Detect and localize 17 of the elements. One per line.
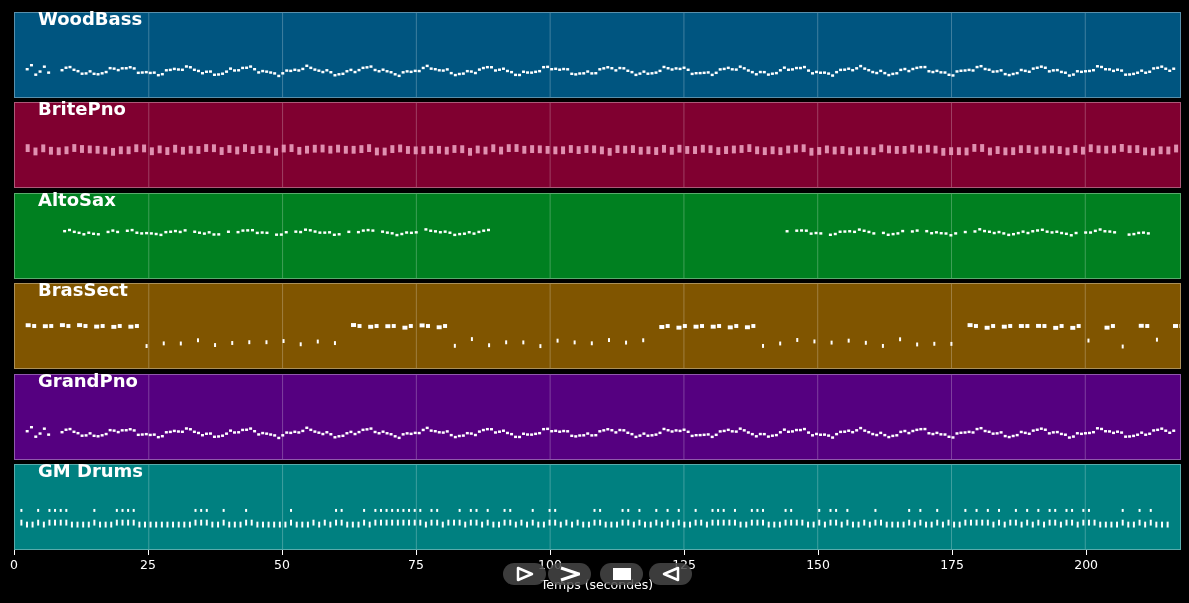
play-icon	[514, 566, 535, 582]
tick-label: 50	[274, 556, 290, 572]
tick-label: 200	[1074, 556, 1099, 572]
track-name: WoodBass	[38, 8, 143, 30]
track-name: AltoSax	[38, 188, 116, 211]
track-name: GM Drums	[38, 459, 144, 482]
tick-label: 25	[140, 556, 156, 572]
track-name: BritePno	[38, 98, 126, 121]
tick-label: 100	[538, 556, 562, 572]
tick-label: 150	[806, 556, 830, 572]
axis-label: Temps (secondes)	[540, 576, 654, 592]
tick-label: 0	[10, 556, 18, 572]
track-name: BrasSect	[38, 279, 128, 302]
chevron-icon	[559, 566, 580, 582]
tick-label: 75	[408, 556, 424, 572]
track-name: GrandPno	[38, 369, 138, 392]
tick-label: 175	[940, 556, 964, 572]
